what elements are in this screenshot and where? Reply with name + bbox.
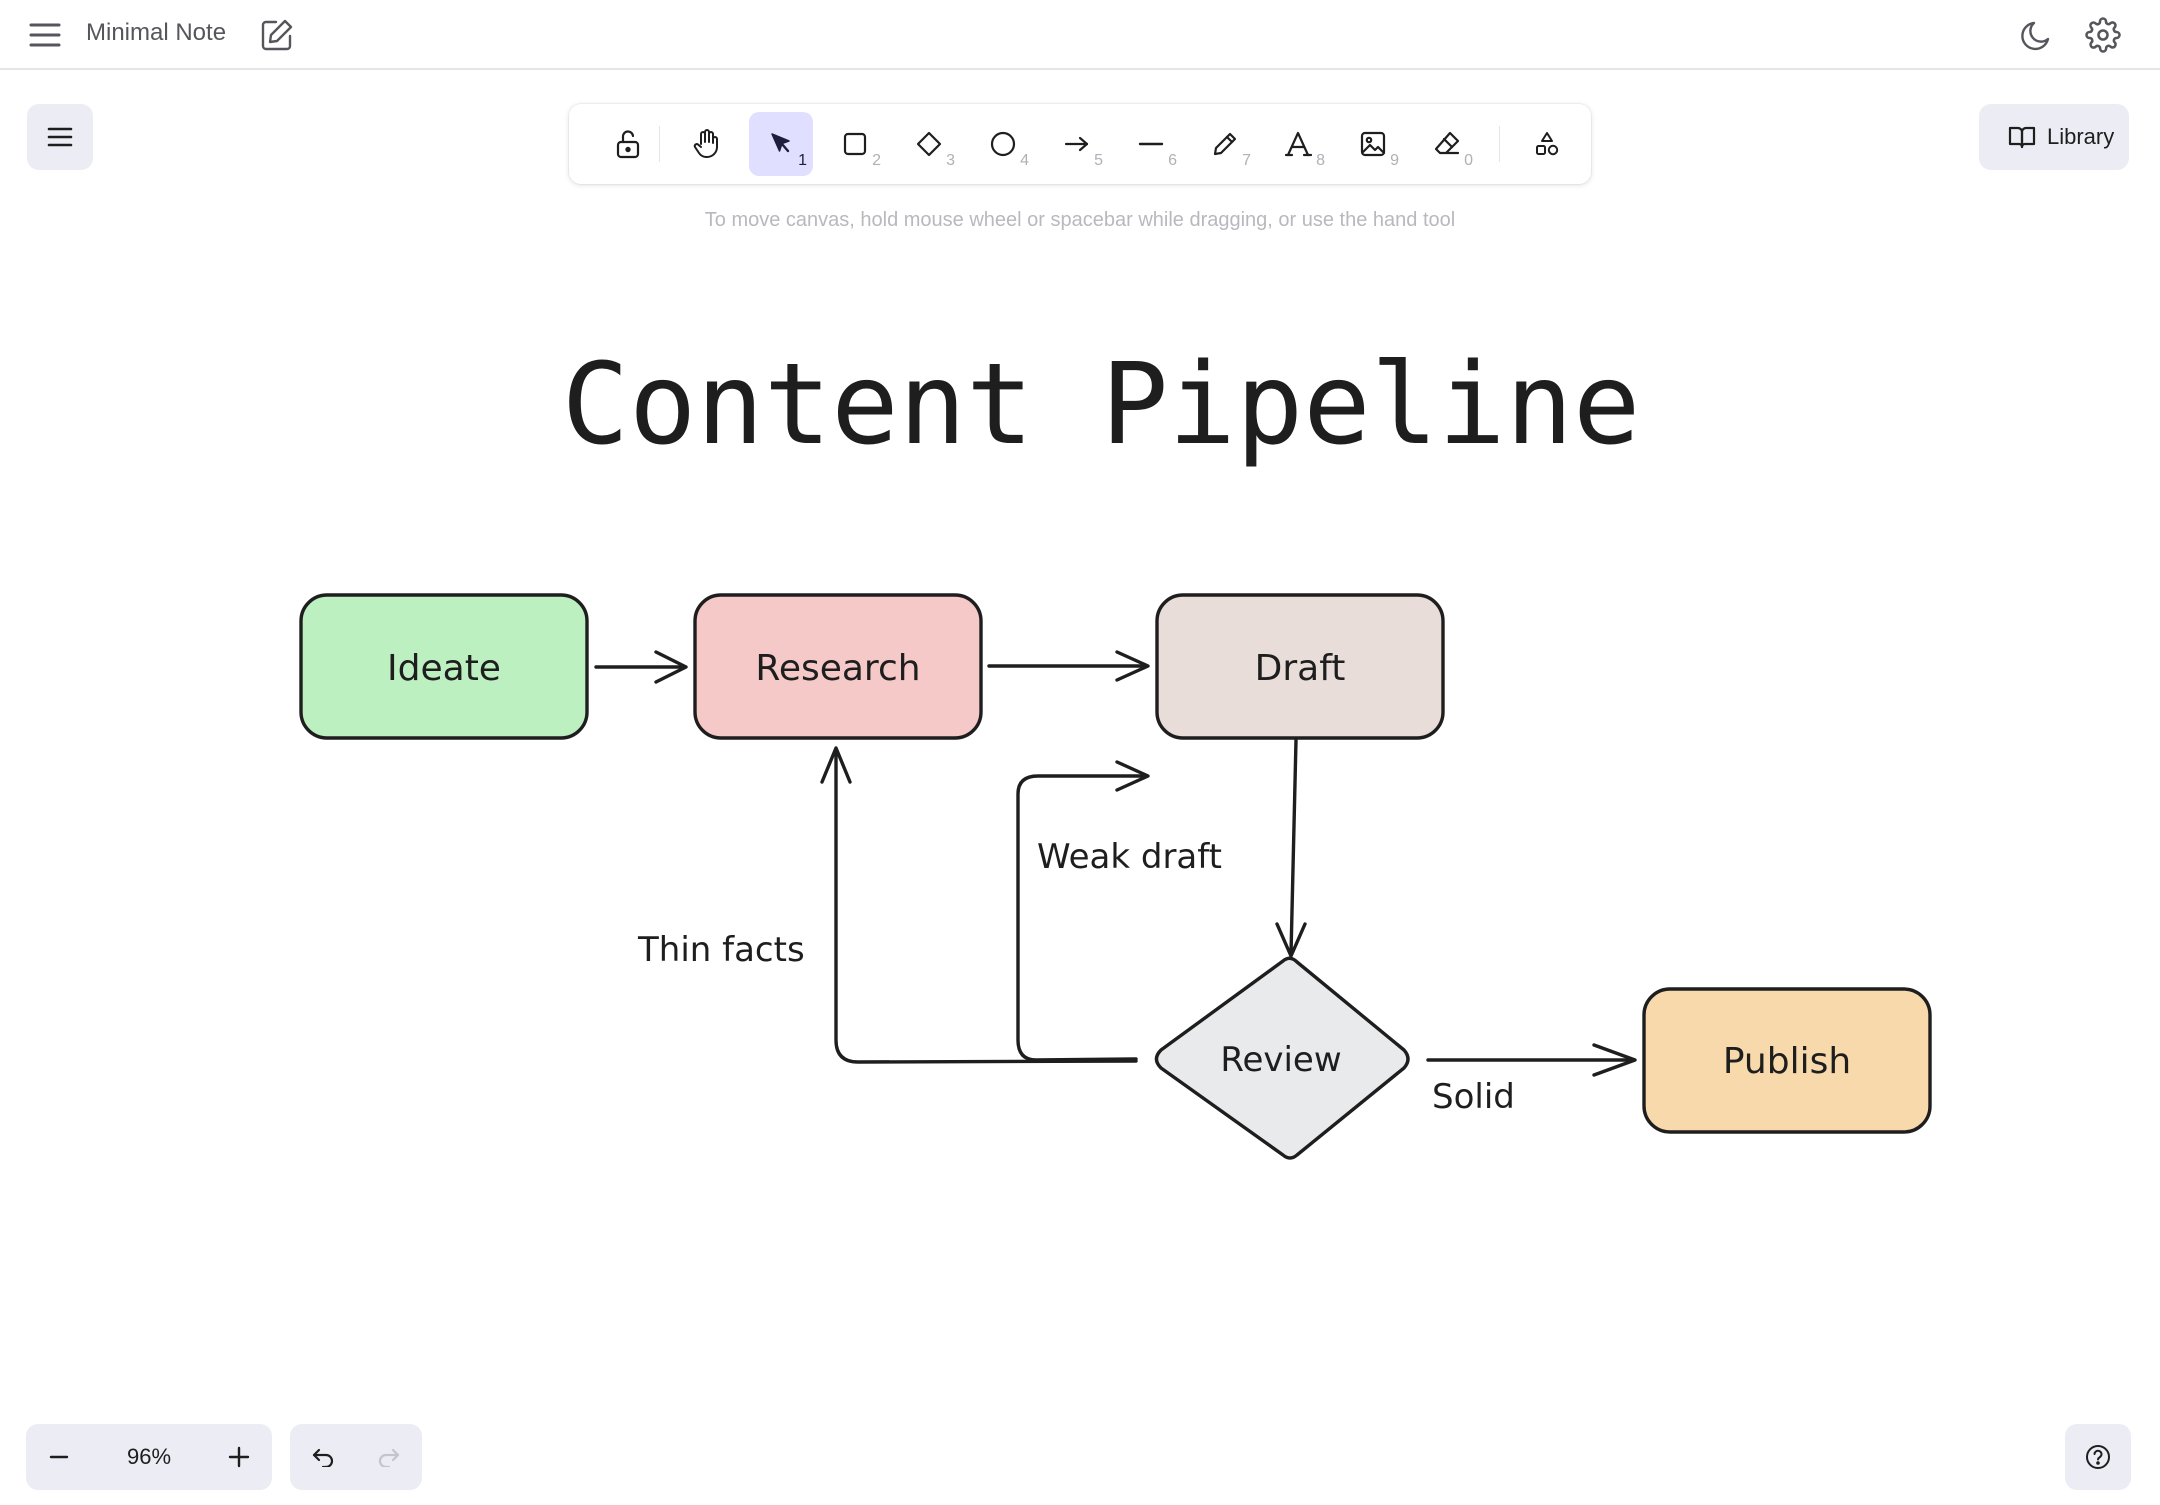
node-label: Draft: [1255, 648, 1346, 689]
zoom-in-button[interactable]: [206, 1424, 272, 1490]
help-button[interactable]: [2065, 1424, 2131, 1490]
node-review[interactable]: Review: [1154, 956, 1410, 1160]
dark-mode-moon-icon[interactable]: [2016, 14, 2058, 56]
zoom-controls: 96%: [26, 1424, 272, 1490]
node-research[interactable]: Research: [693, 593, 983, 740]
node-publish[interactable]: Publish: [1642, 987, 1932, 1134]
node-label: Publish: [1723, 1041, 1851, 1082]
plus-icon: [228, 1446, 250, 1468]
node-ideate[interactable]: Ideate: [299, 593, 589, 740]
node-label: Review: [1220, 1040, 1341, 1080]
edge-review-research[interactable]: [834, 748, 1138, 1064]
diagram: Content Pipeline Ideate Research Draft R…: [299, 340, 1932, 1160]
zoom-level-reset[interactable]: 96%: [106, 1424, 192, 1490]
zoom-out-button[interactable]: [26, 1424, 92, 1490]
minus-icon: [49, 1455, 69, 1459]
redo-button[interactable]: [356, 1424, 422, 1490]
edit-note-icon[interactable]: [256, 14, 298, 56]
edge-label-weak-draft[interactable]: Weak draft: [1037, 837, 1222, 877]
edge-label-thin-facts[interactable]: Thin facts: [637, 930, 805, 970]
edge-label-solid[interactable]: Solid: [1432, 1077, 1515, 1117]
node-label: Ideate: [387, 648, 501, 689]
diagram-title[interactable]: Content Pipeline: [562, 340, 1641, 470]
app-header: Minimal Note: [0, 0, 2160, 70]
help-question-icon: [2086, 1445, 2110, 1469]
hamburger-menu-icon[interactable]: [24, 14, 66, 56]
edge-draft-review[interactable]: [1289, 738, 1298, 956]
undo-icon: [312, 1448, 334, 1467]
settings-gear-icon[interactable]: [2082, 14, 2124, 56]
app-title: Minimal Note: [86, 19, 227, 46]
redo-icon: [378, 1448, 400, 1467]
drawing-canvas[interactable]: 1 2 3 4 5 6 7 8 9 0 Library To move canv…: [0, 72, 2160, 1505]
undo-button[interactable]: [290, 1424, 356, 1490]
node-label: Research: [755, 648, 920, 689]
node-draft[interactable]: Draft: [1155, 593, 1445, 740]
history-controls: [290, 1424, 422, 1490]
edge-review-draft[interactable]: [1016, 774, 1149, 1062]
app-root: Minimal Note 1 2 3 4 5 6 7 8 9 0 Library…: [0, 0, 2160, 1505]
